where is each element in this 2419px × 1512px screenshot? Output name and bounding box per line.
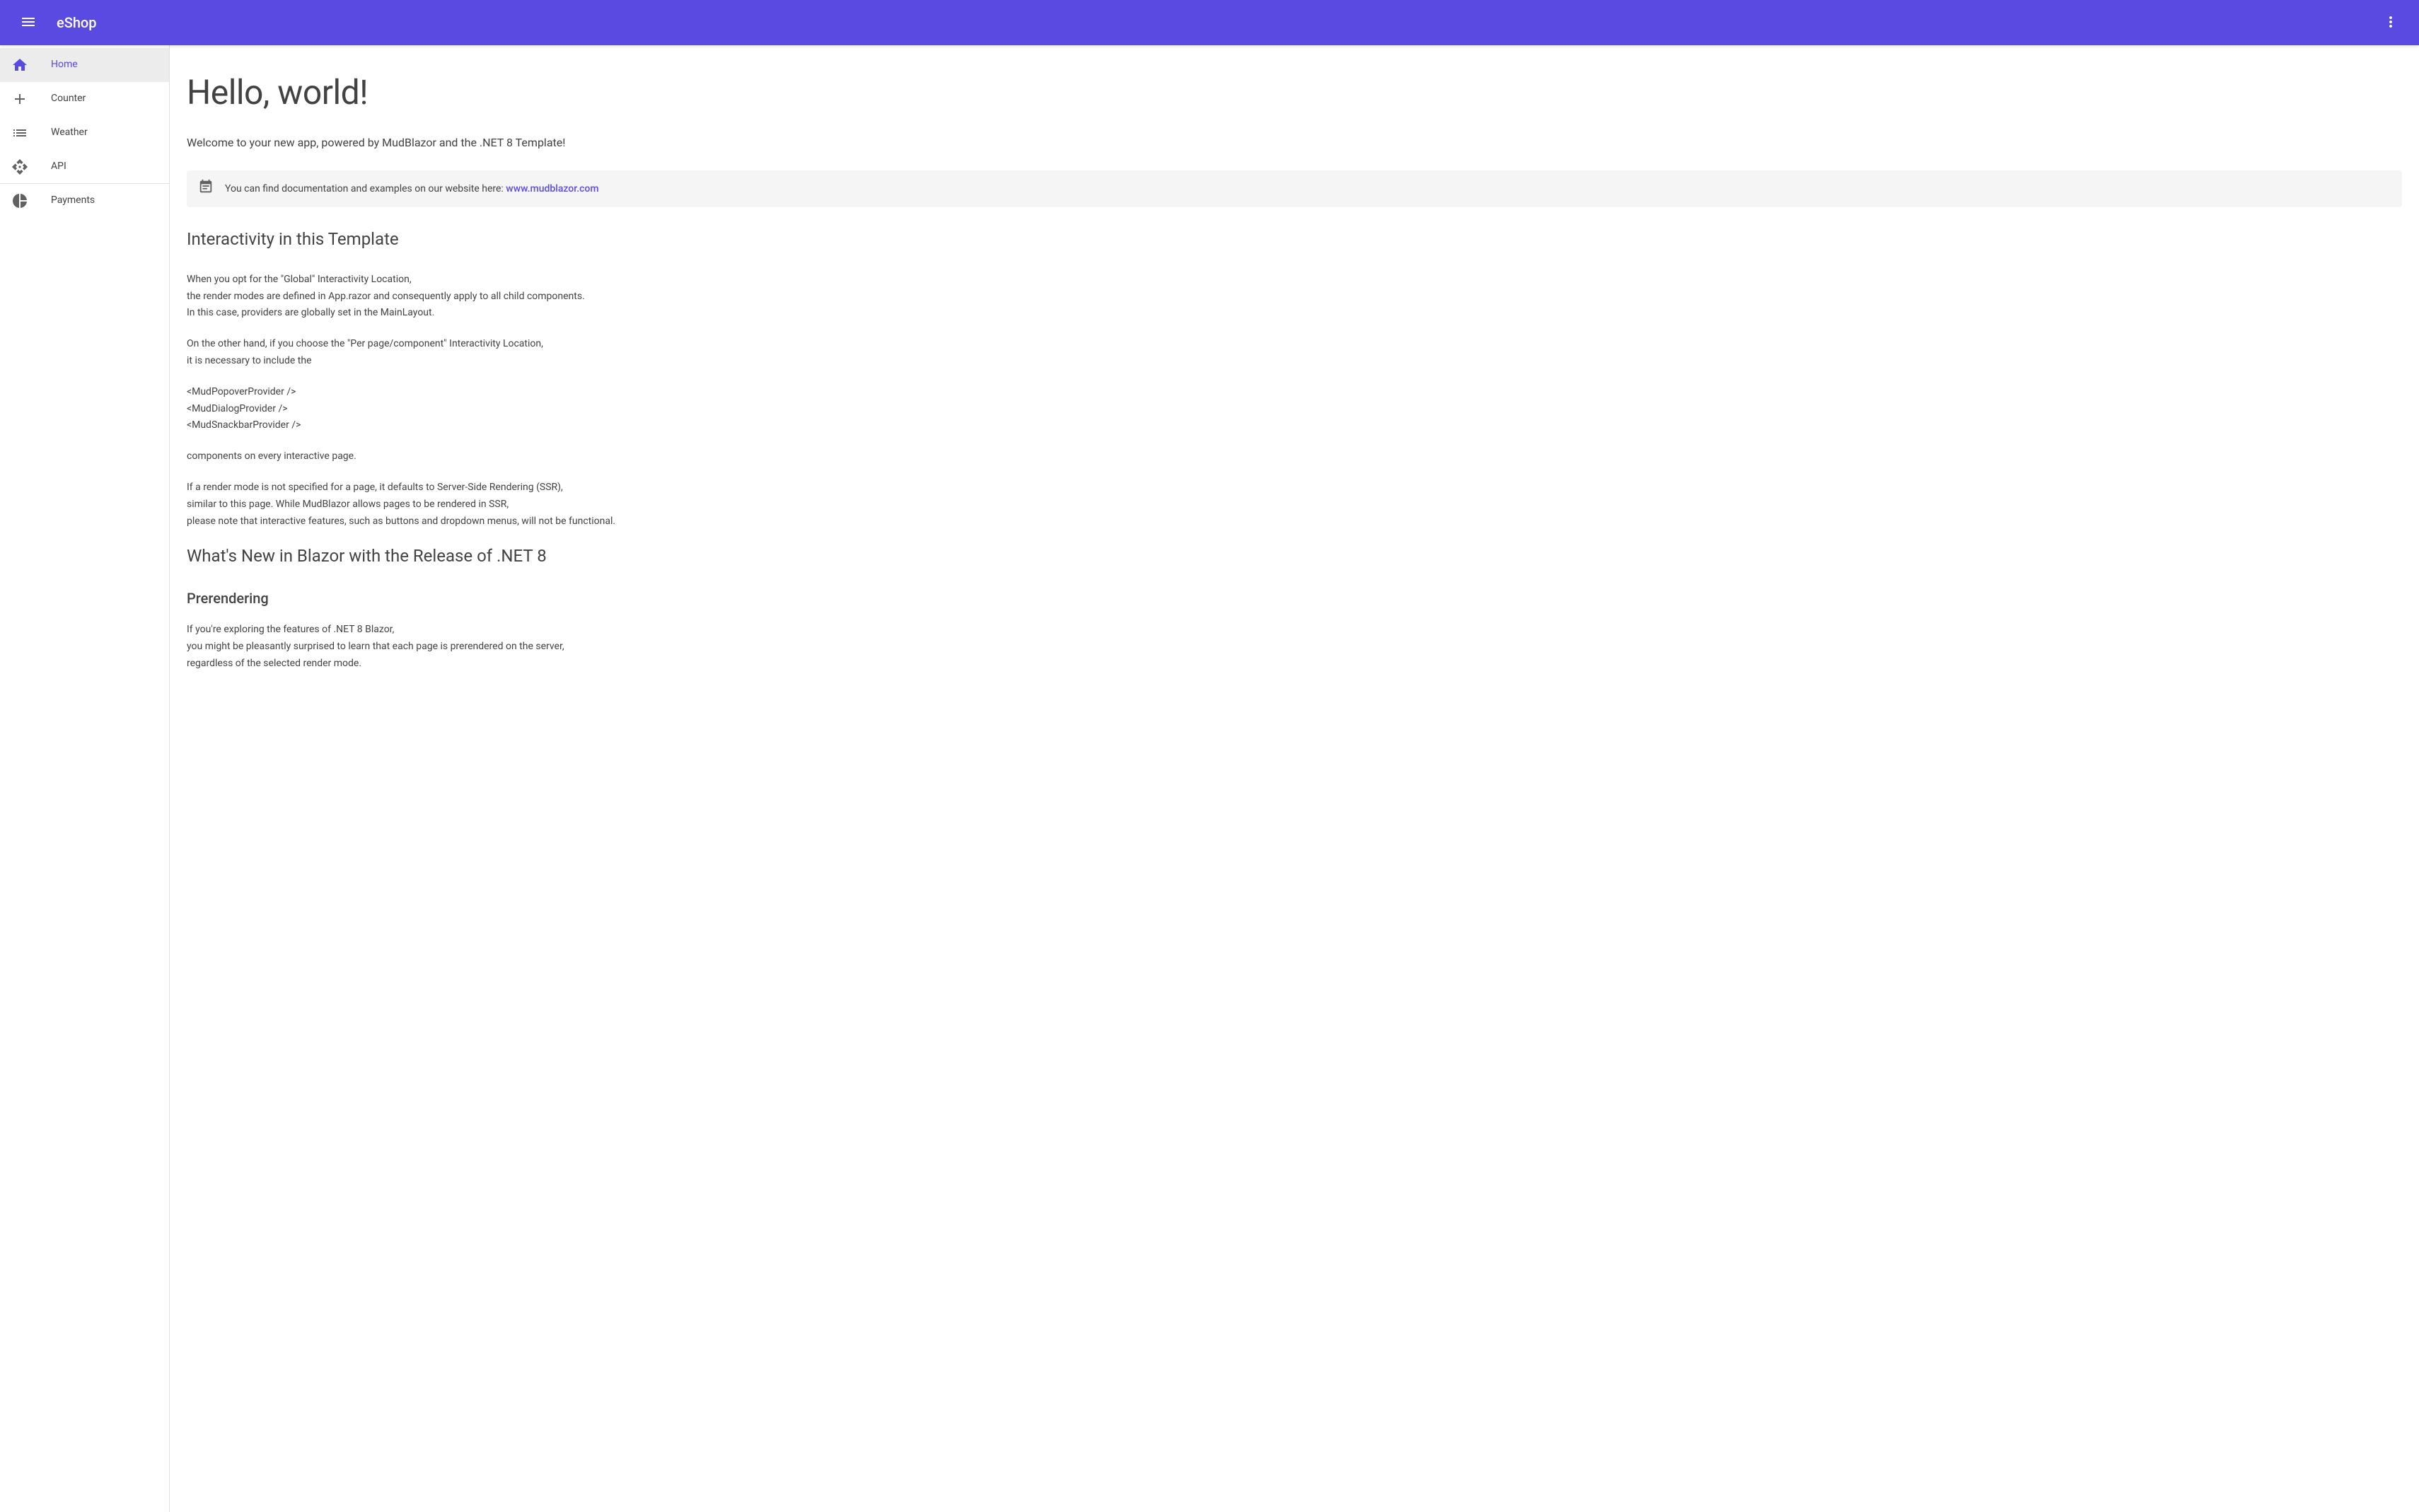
alert-text: You can find documentation and examples … (225, 183, 506, 194)
sidebar-item-home[interactable]: Home (0, 48, 169, 82)
pie-chart-icon (11, 192, 28, 209)
paragraph: When you opt for the "Global" Interactiv… (187, 272, 2402, 322)
app-title: eShop (57, 13, 97, 33)
docs-link[interactable]: www.mudblazor.com (506, 183, 598, 194)
info-alert: You can find documentation and examples … (187, 170, 2402, 207)
sidebar-item-payments[interactable]: Payments (0, 184, 169, 218)
sidebar-item-weather[interactable]: Weather (0, 116, 169, 150)
subsection-heading-prerendering: Prerendering (187, 588, 2402, 609)
home-icon (11, 57, 28, 74)
sidebar: Home Counter Weather API Payments (0, 45, 170, 1512)
event-note-icon (198, 179, 214, 199)
page-heading: Hello, world! (187, 68, 2402, 117)
alert-content: You can find documentation and examples … (225, 182, 599, 196)
sidebar-item-label: Counter (51, 91, 86, 105)
appbar: eShop (0, 0, 2419, 45)
sidebar-item-label: API (51, 159, 66, 173)
more-vert-icon (2382, 13, 2399, 33)
paragraph: If a render mode is not specified for a … (187, 479, 2402, 530)
paragraph: <MudPopoverProvider /> <MudDialogProvide… (187, 384, 2402, 434)
add-icon (11, 91, 28, 107)
menu-icon (20, 13, 37, 33)
list-icon (11, 124, 28, 141)
section-heading-whatsnew: What's New in Blazor with the Release of… (187, 544, 2402, 569)
more-menu-button[interactable] (2374, 6, 2408, 40)
section-heading-interactivity: Interactivity in this Template (187, 227, 2402, 252)
api-icon (11, 158, 28, 175)
sidebar-item-label: Home (51, 57, 78, 71)
paragraph: If you're exploring the features of .NET… (187, 622, 2402, 672)
sidebar-item-label: Weather (51, 125, 88, 139)
sidebar-item-api[interactable]: API (0, 150, 169, 184)
main-content: Hello, world! Welcome to your new app, p… (170, 45, 2419, 1512)
sidebar-item-label: Payments (51, 193, 95, 207)
welcome-text: Welcome to your new app, powered by MudB… (187, 134, 2402, 151)
paragraph: components on every interactive page. (187, 448, 2402, 465)
paragraph: On the other hand, if you choose the "Pe… (187, 336, 2402, 370)
sidebar-item-counter[interactable]: Counter (0, 82, 169, 116)
menu-button[interactable] (11, 6, 45, 40)
